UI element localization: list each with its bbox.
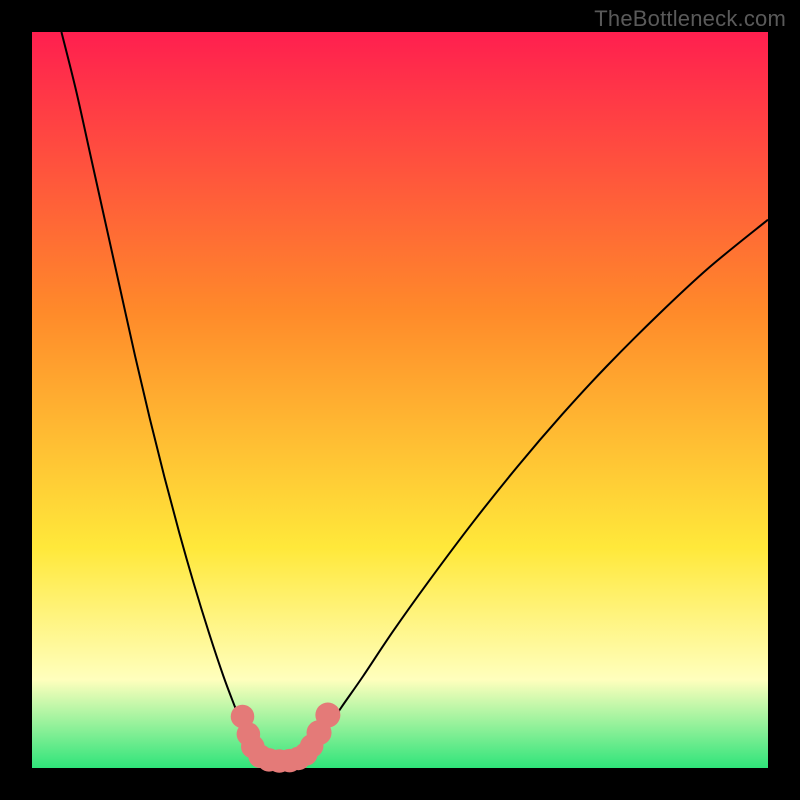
series-right-curve: [310, 220, 768, 751]
valley-marker: [315, 702, 340, 727]
curve-layer: [32, 32, 768, 768]
chart-frame: TheBottleneck.com: [0, 0, 800, 800]
watermark-text: TheBottleneck.com: [594, 6, 786, 32]
plot-area: [32, 32, 768, 768]
series-left-curve: [61, 32, 254, 751]
